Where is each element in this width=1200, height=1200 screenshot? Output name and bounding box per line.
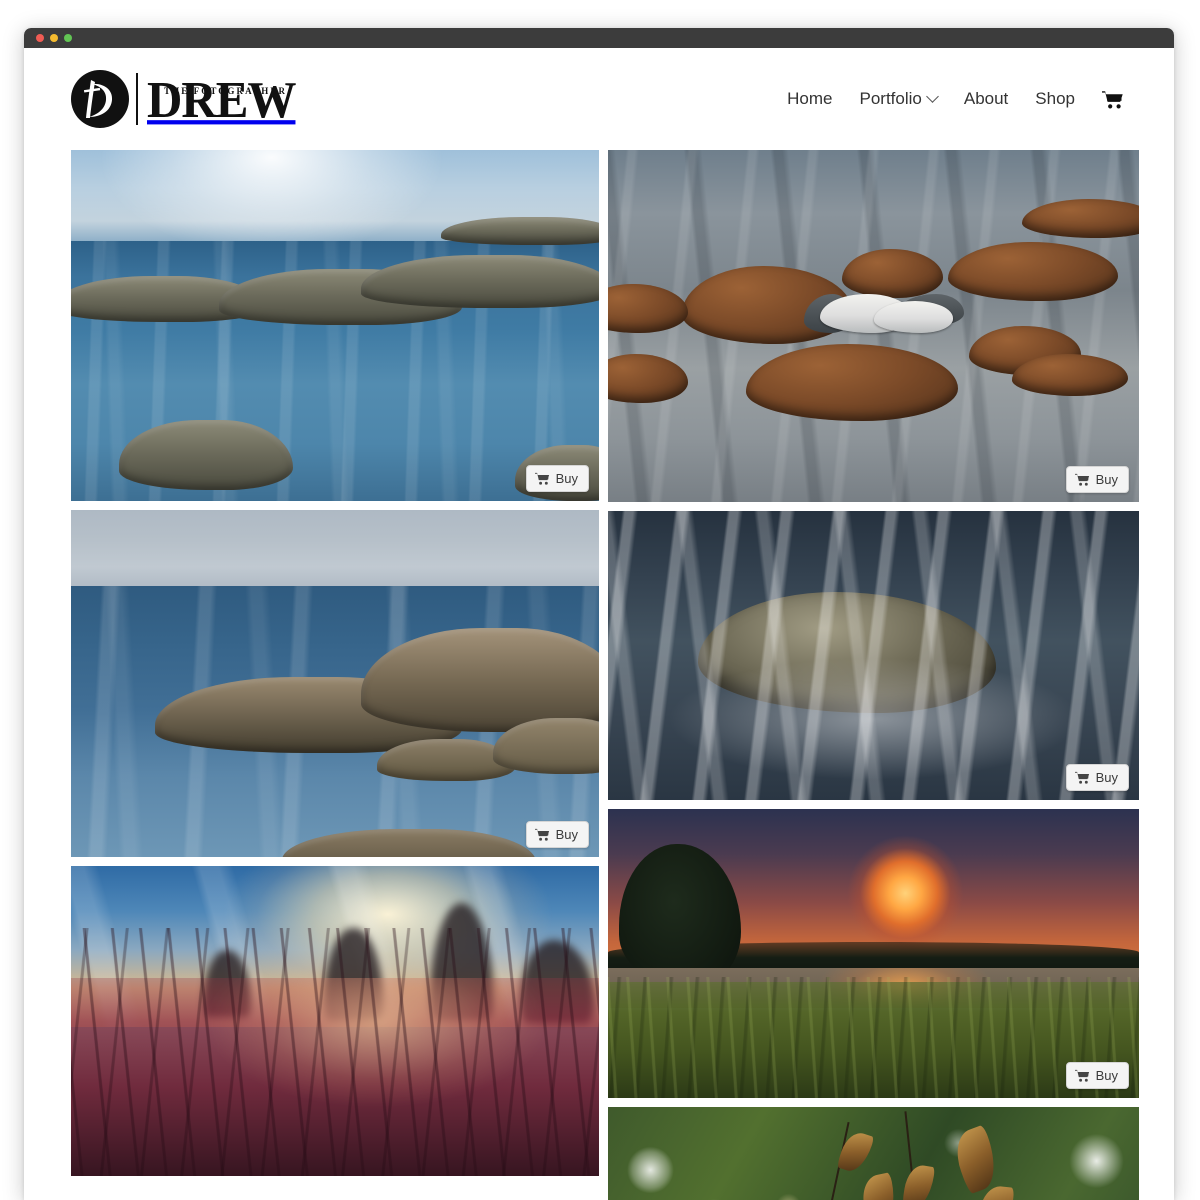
gallery-column-right: Buy Buy Buy bbox=[608, 150, 1139, 1200]
buy-button-label: Buy bbox=[555, 471, 578, 486]
chevron-down-icon bbox=[925, 89, 939, 103]
photo-1-rock bbox=[118, 420, 293, 491]
logo-wordmark-text: DREW bbox=[147, 69, 296, 129]
gallery-item-photo-1[interactable]: Buy bbox=[71, 150, 599, 501]
shopping-cart-icon[interactable] bbox=[1102, 90, 1124, 109]
gallery-column-left: Buy Buy bbox=[71, 150, 599, 1200]
photo-2-gull bbox=[873, 301, 954, 334]
nav-item-home[interactable]: Home bbox=[787, 89, 832, 109]
buy-button-label: Buy bbox=[1095, 770, 1118, 785]
buy-button[interactable]: Buy bbox=[1065, 466, 1129, 493]
shopping-cart-icon bbox=[1074, 473, 1090, 486]
page-content: DREW THE FOTOGRAPHER Home Portfolio Abou… bbox=[24, 48, 1174, 1200]
gallery-item-photo-3[interactable]: Buy bbox=[71, 510, 599, 857]
nav-item-shop[interactable]: Shop bbox=[1035, 89, 1075, 109]
shopping-cart-icon bbox=[1074, 771, 1090, 784]
photo-2-rock bbox=[1011, 354, 1129, 397]
shopping-cart-icon bbox=[1074, 1069, 1090, 1082]
window-maximize-button[interactable] bbox=[64, 34, 72, 42]
window-close-button[interactable] bbox=[36, 34, 44, 42]
shopping-cart-icon bbox=[534, 472, 550, 485]
photo-4-surf bbox=[608, 511, 1139, 800]
browser-window: DREW THE FOTOGRAPHER Home Portfolio Abou… bbox=[24, 28, 1174, 1200]
desktop-backdrop: DREW THE FOTOGRAPHER Home Portfolio Abou… bbox=[0, 0, 1200, 1200]
nav-item-portfolio-label: Portfolio bbox=[859, 89, 922, 108]
photo-3-sky bbox=[71, 510, 599, 587]
nav-item-shop-label: Shop bbox=[1035, 89, 1075, 108]
main-navigation: Home Portfolio About Shop bbox=[787, 89, 1124, 109]
buy-button-label: Buy bbox=[555, 827, 578, 842]
window-minimize-button[interactable] bbox=[50, 34, 58, 42]
gallery-item-photo-5[interactable]: Buy bbox=[71, 866, 599, 1176]
buy-button[interactable]: Buy bbox=[525, 465, 589, 492]
logo-wordmark: DREW THE FOTOGRAPHER bbox=[147, 69, 296, 129]
photo-1-rock bbox=[361, 255, 599, 308]
nav-item-portfolio[interactable]: Portfolio bbox=[859, 89, 939, 109]
logo-tagline: THE FOTOGRAPHER bbox=[164, 86, 288, 96]
nav-item-about-label: About bbox=[963, 89, 1009, 108]
site-header: DREW THE FOTOGRAPHER Home Portfolio Abou… bbox=[24, 48, 1174, 150]
buy-button[interactable]: Buy bbox=[525, 821, 589, 848]
gallery-item-photo-4[interactable]: Buy bbox=[608, 511, 1139, 800]
buy-button-label: Buy bbox=[1095, 472, 1118, 487]
buy-button[interactable]: Buy bbox=[1065, 764, 1129, 791]
gallery-item-photo-2[interactable]: Buy bbox=[608, 150, 1139, 502]
shopping-cart-icon bbox=[534, 828, 550, 841]
site-logo[interactable]: DREW THE FOTOGRAPHER bbox=[71, 68, 296, 130]
photo-gallery: Buy Buy Buy Buy Buy bbox=[24, 150, 1174, 1200]
buy-button-label: Buy bbox=[1095, 1068, 1118, 1083]
buy-button[interactable]: Buy bbox=[1065, 1062, 1129, 1089]
photo-6-meadow-texture bbox=[608, 976, 1139, 1098]
gallery-item-photo-7[interactable] bbox=[608, 1107, 1139, 1200]
window-titlebar bbox=[24, 28, 1174, 48]
d-monogram-icon bbox=[71, 70, 129, 128]
gallery-item-photo-6[interactable]: Buy bbox=[608, 809, 1139, 1098]
logo-divider bbox=[136, 73, 138, 125]
photo-5-blades bbox=[71, 928, 599, 1176]
nav-item-about[interactable]: About bbox=[964, 89, 1008, 109]
nav-item-home-label: Home bbox=[787, 89, 833, 108]
